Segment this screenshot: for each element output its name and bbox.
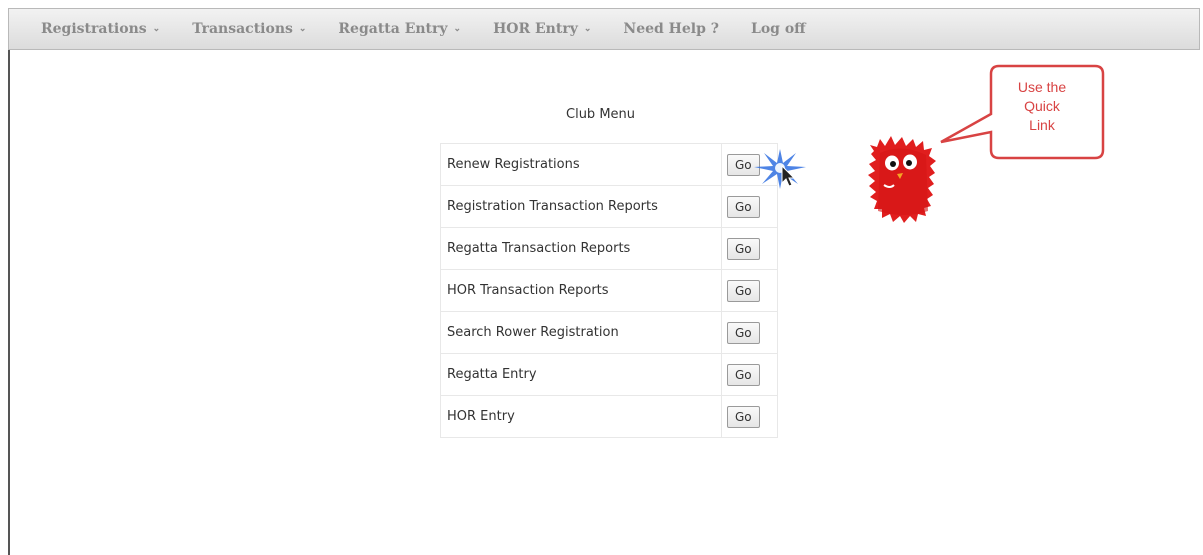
nav-need-help-label: Need Help ? (623, 21, 719, 37)
callout-line: Quick (1024, 98, 1060, 114)
page-title: Club Menu (566, 107, 636, 122)
table-row: Regatta Entry Go (440, 353, 778, 396)
nav-transactions-label: Transactions (192, 21, 293, 37)
table-row: Registration Transaction Reports Go (440, 185, 778, 228)
chevron-down-icon: ⌄ (152, 24, 161, 34)
nav-registrations-label: Registrations (41, 21, 147, 37)
registration-transaction-reports-go-button[interactable]: Go (727, 195, 760, 218)
hor-entry-go-button[interactable]: Go (727, 405, 760, 428)
table-row: Search Rower Registration Go (440, 311, 778, 354)
nav-hor-entry[interactable]: HOR Entry ⌄ (461, 21, 591, 37)
callout-text: Use the Quick Link (995, 78, 1089, 135)
menu-item-label: Registration Transaction Reports (440, 185, 722, 228)
table-row: HOR Transaction Reports Go (440, 269, 778, 312)
nav-log-off[interactable]: Log off (719, 21, 806, 37)
top-navbar: Registrations ⌄ Transactions ⌄ Regatta E… (8, 8, 1200, 50)
top-strip (0, 0, 1203, 8)
table-row: HOR Entry Go (440, 395, 778, 438)
club-menu-table: Renew Registrations Go Registration Tran… (440, 143, 778, 438)
click-burst-icon (754, 149, 806, 189)
nav-regatta-entry[interactable]: Regatta Entry ⌄ (306, 21, 461, 37)
chevron-down-icon: ⌄ (298, 24, 307, 34)
table-row: Regatta Transaction Reports Go (440, 227, 778, 270)
nav-log-off-label: Log off (750, 21, 806, 37)
search-rower-registration-go-button[interactable]: Go (727, 321, 760, 344)
hor-transaction-reports-go-button[interactable]: Go (727, 279, 760, 302)
nav-need-help[interactable]: Need Help ? (591, 21, 719, 37)
menu-item-label: Renew Registrations (440, 143, 722, 186)
nav-hor-entry-label: HOR Entry (493, 21, 578, 37)
menu-item-label: Search Rower Registration (440, 311, 722, 354)
nav-registrations[interactable]: Registrations ⌄ (9, 21, 160, 37)
nav-regatta-entry-label: Regatta Entry (338, 21, 448, 37)
callout-line: Link (1029, 117, 1055, 133)
red-monster-mascot-icon (868, 136, 936, 223)
callout-line: Use the (1017, 79, 1067, 95)
menu-item-label: HOR Entry (440, 395, 722, 438)
menu-item-label: Regatta Transaction Reports (440, 227, 722, 270)
menu-item-label: HOR Transaction Reports (440, 269, 722, 312)
regatta-transaction-reports-go-button[interactable]: Go (727, 237, 760, 260)
table-row: Renew Registrations Go (440, 143, 778, 186)
menu-item-label: Regatta Entry (440, 353, 722, 396)
regatta-entry-go-button[interactable]: Go (727, 363, 760, 386)
chevron-down-icon: ⌄ (583, 24, 592, 34)
nav-transactions[interactable]: Transactions ⌄ (160, 21, 306, 37)
chevron-down-icon: ⌄ (453, 24, 462, 34)
